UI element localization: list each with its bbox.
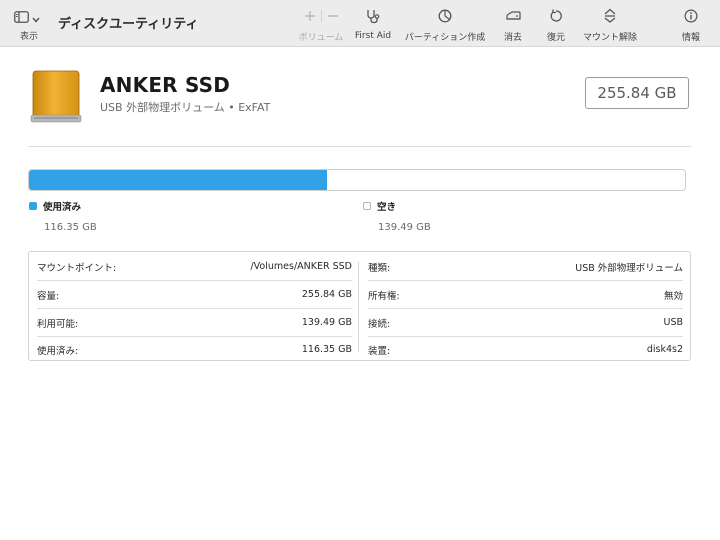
info-row: 容量: 255.84 GB [37,281,352,309]
toolbar: 表示 ディスクユーティリティ ボリューム First Aid パーティション作成… [0,0,720,47]
unmount-button[interactable]: マウント解除 [581,7,639,43]
unmount-icon [603,8,617,23]
volume-button-group[interactable]: ボリューム [296,7,346,43]
first-aid-label: First Aid [354,31,392,41]
eraser-icon [505,9,522,22]
pie-chart-icon [438,9,452,23]
info-button[interactable]: 情報 [677,7,705,43]
info-key: 接続: [368,318,391,330]
legend-used: 使用済み 116.35 GB [29,199,97,233]
restore-label: 復元 [546,33,565,43]
info-row: マウントポイント: /Volumes/ANKER SSD [37,253,352,281]
restore-arrow-icon [549,9,563,23]
free-value: 139.49 GB [378,222,431,233]
info-value: disk4s2 [646,344,683,355]
drive-name: ANKER SSD [100,73,231,97]
info-value: 139.49 GB [301,317,352,328]
info-key: 装置: [368,345,391,357]
chevron-down-icon [32,8,40,27]
usage-bar-used-fill [29,170,328,190]
minus-icon[interactable] [327,10,339,22]
volume-label: ボリューム [298,33,344,43]
erase-label: 消去 [503,33,522,43]
plus-icon[interactable] [304,10,316,22]
info-label: 情報 [681,33,700,43]
info-table: マウントポイント: /Volumes/ANKER SSD 容量: 255.84 … [28,251,691,361]
partition-button[interactable]: パーティション作成 [403,7,487,43]
unmount-label: マウント解除 [582,33,637,43]
partition-label: パーティション作成 [404,33,486,43]
divider [320,9,322,22]
info-column-divider [358,262,359,352]
info-key: 種類: [368,262,391,274]
info-row: 接続: USB [368,309,683,337]
app-title: ディスクユーティリティ [58,17,199,32]
info-key: 利用可能: [37,318,79,330]
info-key: マウントポイント: [37,262,117,274]
drive-subtitle: USB 外部物理ボリューム • ExFAT [100,101,271,114]
used-value: 116.35 GB [44,222,97,233]
header-divider [28,146,691,147]
info-value: USB [663,317,683,328]
restore-button[interactable]: 復元 [541,7,571,43]
info-key: 容量: [37,290,60,302]
info-row: 利用可能: 139.49 GB [37,309,352,337]
legend-free: 空き 139.49 GB [363,199,431,233]
external-drive-icon [30,70,82,124]
info-column-right: 種類: USB 外部物理ボリューム 所有権: 無効 接続: USB 装置: di… [360,252,691,360]
first-aid-button[interactable]: First Aid [352,7,394,43]
erase-button[interactable]: 消去 [498,7,528,43]
usage-bar [28,169,686,191]
sidebar-icon [14,8,29,27]
free-swatch [363,202,371,210]
info-value: USB 外部物理ボリューム [575,262,683,274]
info-value: 255.84 GB [301,289,352,300]
info-column-left: マウントポイント: /Volumes/ANKER SSD 容量: 255.84 … [29,252,360,360]
info-row: 使用済み: 116.35 GB [37,336,352,363]
info-value: 無効 [663,290,683,302]
info-row: 装置: disk4s2 [368,336,683,363]
used-label: 使用済み [43,202,82,213]
info-value: /Volumes/ANKER SSD [250,261,352,272]
stethoscope-icon [365,9,381,24]
capacity-badge: 255.84 GB [585,77,689,109]
info-icon [684,8,698,23]
info-key: 使用済み: [37,345,79,357]
used-swatch [29,202,37,210]
info-row: 所有権: 無効 [368,281,683,309]
sidebar-view-button[interactable]: 表示 [14,9,48,45]
info-key: 所有権: [368,290,400,302]
info-row: 種類: USB 外部物理ボリューム [368,253,683,281]
info-value: 116.35 GB [301,344,352,355]
free-label: 空き [377,202,397,213]
sidebar-view-label: 表示 [20,32,39,42]
